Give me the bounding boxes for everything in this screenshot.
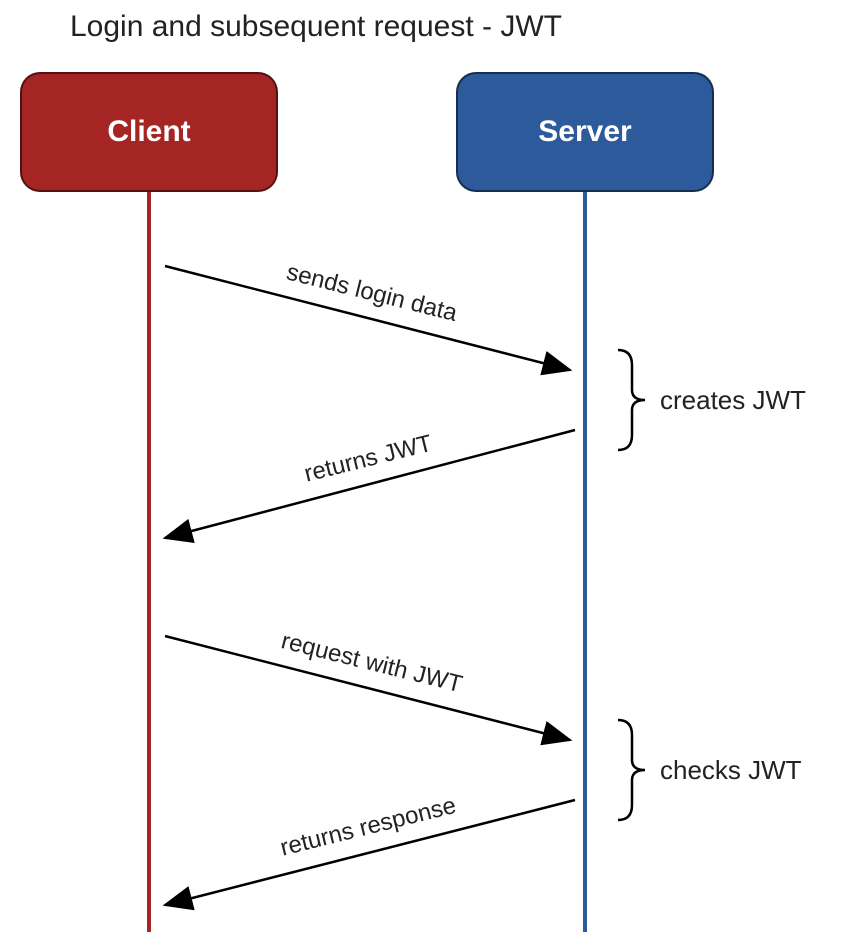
- message-arrow-m4: [165, 800, 575, 905]
- message-arrow-m2: [165, 430, 575, 538]
- message-label-m3: request with JWT: [279, 627, 466, 698]
- lifeline-server: [583, 192, 587, 932]
- diagram-title: Login and subsequent request - JWT: [70, 10, 562, 44]
- message-label-m1: sends login data: [284, 258, 461, 327]
- participant-client: Client: [20, 72, 278, 192]
- note-n1: creates JWT: [660, 385, 806, 416]
- message-label-m4: returns response: [278, 792, 459, 862]
- message-arrow-m3: [165, 636, 570, 740]
- brace-n1: [618, 350, 645, 450]
- lifeline-client: [147, 192, 151, 932]
- participant-server-label: Server: [538, 115, 631, 149]
- participant-server: Server: [456, 72, 714, 192]
- brace-n2: [618, 720, 645, 820]
- note-n2: checks JWT: [660, 755, 802, 786]
- message-label-m2: returns JWT: [302, 430, 436, 488]
- participant-client-label: Client: [107, 115, 190, 149]
- message-arrow-m1: [165, 266, 570, 370]
